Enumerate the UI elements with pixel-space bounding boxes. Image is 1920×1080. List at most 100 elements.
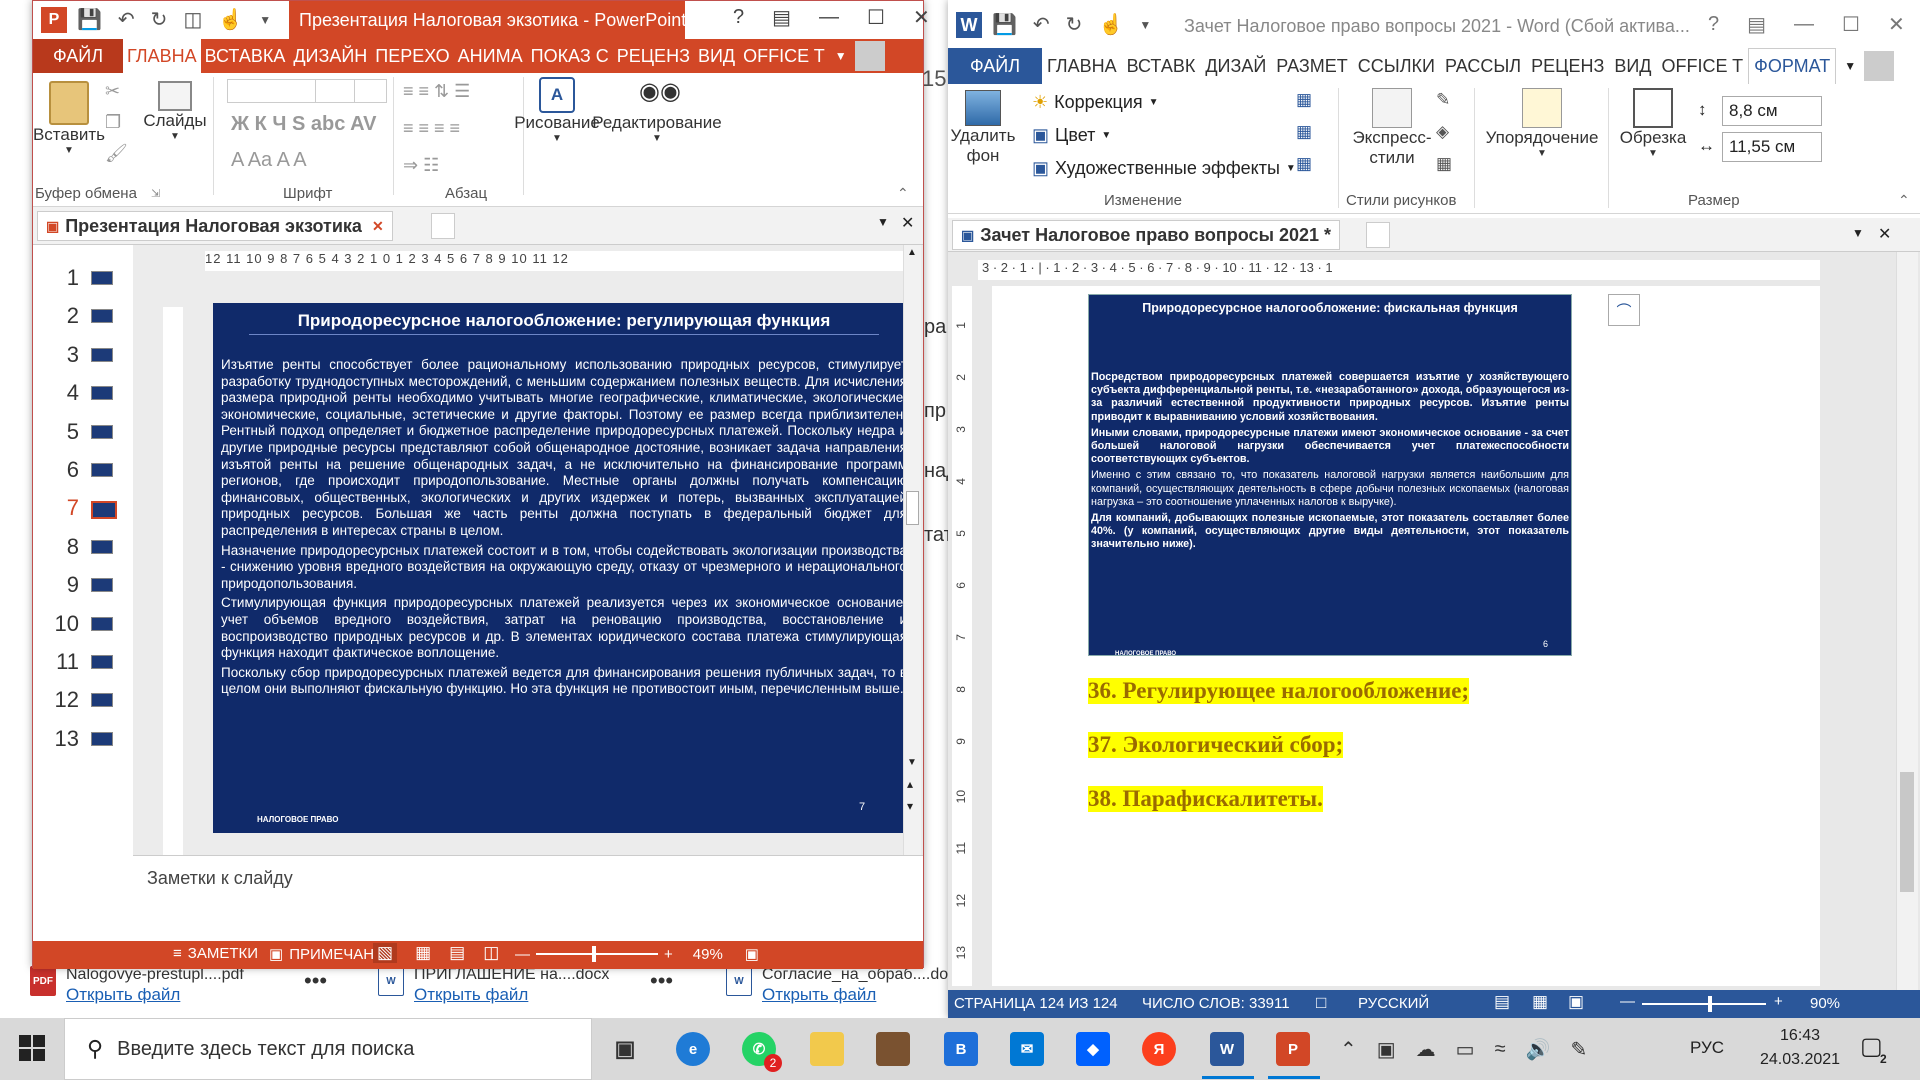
collapse-ribbon-icon[interactable]: ⌃ (1898, 192, 1910, 209)
notes-button[interactable]: ≡ ЗАМЕТКИ (173, 945, 258, 962)
touch-mode-icon[interactable]: ☝ (218, 7, 243, 32)
slide-thumbnail[interactable] (91, 386, 113, 401)
zoom-level[interactable]: 90% (1810, 995, 1840, 1012)
tab-design[interactable]: ДИЗАЙН (289, 39, 371, 73)
tab-design[interactable]: ДИЗАЙ (1200, 48, 1271, 84)
collapse-ribbon-icon[interactable]: ⌃ (897, 185, 909, 202)
user-avatar[interactable] (854, 41, 885, 71)
save-icon[interactable]: 💾 (77, 7, 102, 32)
undo-icon[interactable]: ↶ (1033, 12, 1050, 37)
paste-button[interactable]: Вставить ▼ (33, 81, 105, 156)
slide-number[interactable]: 1 (19, 265, 79, 291)
mail-icon[interactable]: ✉ (1010, 1032, 1044, 1066)
paragraph-controls[interactable]: ≡ ≡ ⇅ ☰ ≡ ≡ ≡ ≡ ⇒ ☷ (403, 81, 521, 176)
scrollbar-thumb[interactable] (906, 491, 919, 525)
zoom-slider[interactable] (1642, 996, 1766, 1012)
font-format-row[interactable]: Ж К Ч S abc AV (231, 113, 376, 136)
tab-review[interactable]: РЕЦЕНЗ (613, 39, 694, 73)
editing-button[interactable]: ◉◉ Редактирование ▼ (592, 77, 722, 144)
slide-thumbnail[interactable] (91, 347, 113, 362)
slide-thumbnail[interactable] (91, 501, 117, 520)
battery-icon[interactable]: ▭ (1456, 1037, 1475, 1062)
tabs-dropdown-icon[interactable]: ▼ (877, 215, 889, 229)
customize-qat-icon[interactable]: ▼ (1139, 18, 1151, 32)
close-all-icon[interactable]: ✕ (901, 213, 914, 233)
document-scrollbar[interactable] (1896, 252, 1918, 990)
ribbon-overflow-icon[interactable]: ▼ (835, 49, 847, 63)
edge-icon[interactable]: e (676, 1032, 710, 1066)
print-layout-icon[interactable]: ▦ (1532, 992, 1548, 1012)
close-tab-icon[interactable]: ✕ (372, 218, 384, 235)
picture-effects-icon[interactable]: ◈ (1436, 122, 1452, 142)
slide-number[interactable]: 4 (19, 380, 79, 406)
slide-thumbnail[interactable] (91, 424, 113, 439)
corrections-button[interactable]: ☀ Коррекция ▼ (1032, 92, 1159, 113)
reading-view-icon[interactable]: ▤ (449, 943, 465, 963)
page-count[interactable]: СТРАНИЦА 124 ИЗ 124 (954, 995, 1118, 1012)
slide-thumbnail[interactable] (91, 539, 113, 554)
tab-layout[interactable]: РАЗМЕТ (1271, 48, 1352, 84)
document-page[interactable]: Природоресурсное налогообложение: фискал… (992, 286, 1820, 986)
compress-pictures-icon[interactable]: ▦ (1296, 90, 1312, 110)
tab-animations[interactable]: АНИМА (454, 39, 527, 73)
wifi-icon[interactable]: ≈ (1495, 1038, 1506, 1061)
tab-file[interactable]: ФАЙЛ (33, 39, 124, 73)
remove-background-button[interactable]: Удалить фон (948, 90, 1018, 166)
file-explorer-icon[interactable] (810, 1032, 844, 1066)
slide-thumbnail[interactable] (91, 655, 113, 669)
close-icon[interactable]: ✕ (1888, 12, 1905, 37)
slide-thumbnail[interactable] (91, 271, 113, 285)
input-language[interactable]: РУС (1690, 1038, 1724, 1058)
slide-number[interactable]: 11 (19, 649, 79, 675)
slide-thumbnail[interactable] (91, 578, 113, 593)
slide-canvas[interactable]: Природоресурсное налогообложение: регули… (213, 303, 915, 833)
editor-scrollbar[interactable]: ▲ ▼ ▴ ▾ (903, 245, 921, 855)
font-size-row[interactable]: A Aa A A (231, 149, 307, 172)
tab-office-tab[interactable]: OFFICE T (1656, 48, 1748, 84)
redo-icon[interactable]: ↻ (151, 7, 168, 32)
undo-icon[interactable]: ↶ (118, 7, 135, 32)
document-tab[interactable]: ▣ Зачет Налоговое право вопросы 2021 * (952, 220, 1340, 250)
cut-icon[interactable]: ✂ (105, 81, 128, 102)
slide-thumbnail[interactable] (91, 463, 113, 477)
open-file-link[interactable]: Открыть файл (762, 984, 964, 1006)
save-icon[interactable]: 💾 (992, 12, 1017, 37)
slide-number[interactable]: 3 (19, 342, 79, 368)
read-mode-icon[interactable]: ▤ (1494, 992, 1510, 1012)
new-tab-button[interactable] (431, 213, 455, 239)
slide-number[interactable]: 7 (19, 495, 79, 521)
zoom-slider[interactable] (536, 946, 658, 962)
slide-number[interactable]: 12 (19, 687, 79, 713)
close-all-icon[interactable]: ✕ (1878, 224, 1891, 244)
scrollbar-thumb[interactable] (1900, 772, 1914, 892)
maximize-icon[interactable]: ☐ (867, 5, 885, 30)
color-button[interactable]: ▣ Цвет ▼ (1032, 125, 1111, 146)
slide-number[interactable]: 2 (19, 303, 79, 329)
help-icon[interactable]: ? (733, 6, 744, 29)
open-file-link[interactable]: Открыть файл (66, 984, 244, 1006)
redo-icon[interactable]: ↻ (1066, 12, 1083, 37)
onedrive-icon[interactable]: ☁ (1416, 1037, 1436, 1062)
fit-to-window-icon[interactable]: ▣ (745, 945, 759, 963)
close-icon[interactable]: ✕ (913, 5, 930, 30)
taskbar-search-box[interactable]: ⚲ Введите здесь текст для поиска (64, 1018, 592, 1080)
meet-now-icon[interactable]: ▣ (1377, 1037, 1396, 1062)
tab-review[interactable]: РЕЦЕНЗ (1526, 48, 1609, 84)
tab-file[interactable]: ФАЙЛ (948, 48, 1043, 84)
help-icon[interactable]: ? (1708, 13, 1719, 36)
show-hidden-icons[interactable]: ⌃ (1340, 1037, 1357, 1062)
tab-transitions[interactable]: ПЕРЕХО (371, 39, 453, 73)
zoom-level[interactable]: 49% (693, 946, 723, 963)
tab-office-tab[interactable]: OFFICE T (739, 39, 829, 73)
start-button[interactable] (18, 1034, 46, 1062)
slide-thumbnail[interactable] (91, 309, 113, 324)
previous-slide-icon[interactable]: ▴ (907, 777, 913, 791)
minimize-icon[interactable]: — (819, 6, 839, 29)
download-item[interactable]: W ПРИГЛАШЕНИЕ на....docx Открыть файл (378, 966, 609, 1006)
dialog-launcher-icon[interactable]: ⇲ (151, 187, 160, 200)
more-options-icon[interactable]: ••• (304, 968, 327, 994)
reset-picture-icon[interactable]: ▦ (1296, 154, 1312, 174)
app-icon[interactable] (876, 1032, 910, 1066)
ribbon-display-icon[interactable]: ▤ (772, 5, 791, 30)
picture-layout-icon[interactable]: ▦ (1436, 154, 1452, 174)
